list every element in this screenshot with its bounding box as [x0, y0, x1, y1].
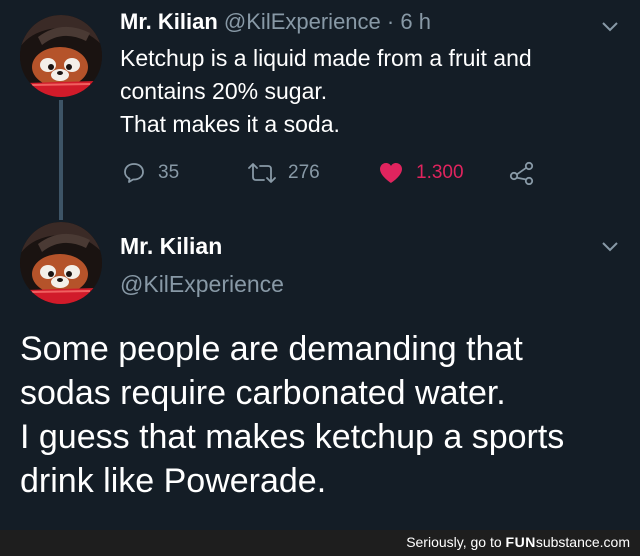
like-button[interactable]: 1.300 — [378, 157, 464, 189]
red-panda-avatar-image — [20, 15, 102, 97]
share-button[interactable] — [509, 157, 535, 189]
red-panda-avatar-image — [20, 222, 102, 304]
avatar[interactable] — [20, 222, 102, 304]
tweet-header: Mr. Kilian @KilExperience · 6 h — [120, 9, 431, 35]
tweet-text: Some people are demanding that sodas req… — [20, 327, 620, 503]
tweet-text-line: drink like Powerade. — [20, 462, 327, 500]
display-name[interactable]: Mr. Kilian — [120, 9, 218, 34]
username[interactable]: @KilExperience — [120, 271, 284, 298]
watermark-brand-fun: FUN — [505, 534, 536, 550]
tweet-text-line: Ketchup is a liquid made from a fruit an… — [120, 45, 532, 71]
watermark-text: Seriously, go to FUNsubstance.com — [406, 534, 630, 550]
tweet-actions: 35 276 1.300 — [120, 157, 620, 189]
username[interactable]: @KilExperience — [224, 9, 381, 34]
share-icon — [509, 161, 534, 185]
tweet-text-line: contains 20% sugar. — [120, 78, 328, 104]
chevron-down-icon[interactable] — [601, 20, 619, 34]
retweet-button[interactable]: 276 — [248, 157, 320, 189]
header-separator: · — [380, 9, 401, 34]
tweet-text-line: Some people are demanding that — [20, 330, 523, 368]
reply-button[interactable]: 35 — [122, 157, 179, 189]
thread-connector-line — [59, 100, 63, 220]
chevron-down-icon[interactable] — [601, 240, 619, 254]
reply-count: 35 — [158, 162, 180, 183]
retweet-icon — [248, 163, 276, 183]
tweet-text: Ketchup is a liquid made from a fruit an… — [120, 42, 620, 141]
timestamp[interactable]: 6 h — [400, 9, 431, 34]
heart-icon — [380, 163, 402, 183]
watermark-bar: Seriously, go to FUNsubstance.com — [0, 530, 640, 556]
avatar[interactable] — [20, 15, 102, 97]
watermark-suffix: .com — [599, 534, 630, 550]
tweet-thread: Mr. Kilian @KilExperience · 6 h Ketchup … — [0, 0, 640, 556]
retweet-count: 276 — [288, 162, 320, 183]
watermark-prefix: Seriously, go to — [406, 534, 506, 550]
tweet-text-line: I guess that makes ketchup a sports — [20, 418, 565, 456]
like-count: 1.300 — [416, 162, 464, 183]
reply-icon — [124, 163, 144, 183]
watermark-brand-substance: substance — [535, 534, 600, 550]
tweet-text-line: sodas require carbonated water. — [20, 374, 506, 412]
display-name[interactable]: Mr. Kilian — [120, 233, 222, 260]
tweet-text-line: That makes it a soda. — [120, 111, 340, 137]
